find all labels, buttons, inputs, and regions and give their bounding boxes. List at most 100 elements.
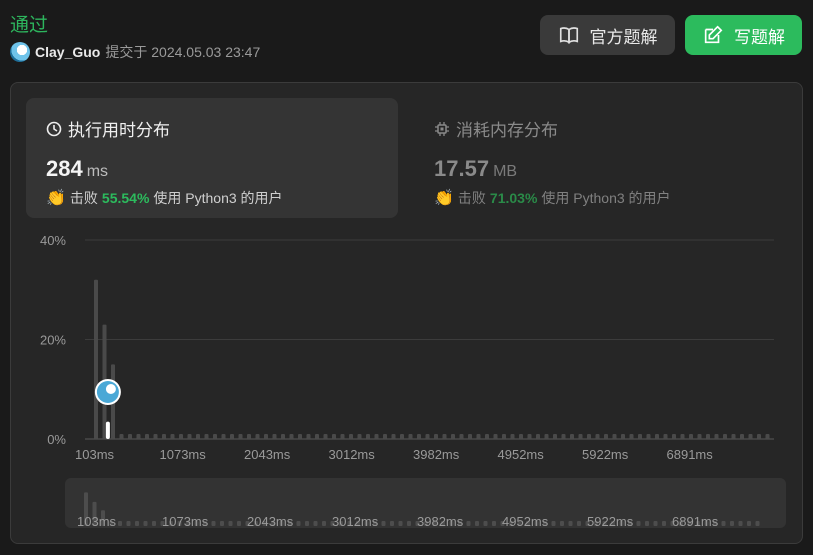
chart-bar — [765, 434, 770, 439]
y-tick-label: 40% — [40, 233, 66, 248]
chart-bar — [374, 434, 379, 439]
x-tick-label: 3982ms — [413, 447, 460, 462]
mini-bar — [653, 521, 658, 526]
mini-bar — [398, 521, 403, 526]
chart-bar — [527, 434, 532, 439]
chart-bar — [162, 434, 166, 439]
status-text: 通过 — [10, 15, 49, 36]
chart-bar — [502, 434, 506, 439]
chart-bar — [400, 434, 404, 439]
chart-bar — [476, 434, 481, 439]
chart-bar — [391, 434, 396, 439]
chart-bar — [128, 434, 132, 439]
mini-bar — [152, 521, 156, 526]
mini-bar — [381, 521, 386, 526]
chart-bar — [544, 434, 549, 439]
x-tick-label: 2043ms — [244, 447, 291, 462]
chart-bar — [196, 434, 200, 439]
chart-bar — [731, 434, 736, 439]
mini-bar — [135, 521, 139, 526]
chart-bar — [757, 434, 761, 439]
chart-bar — [723, 434, 727, 439]
official-solution-label: 官方题解 — [589, 27, 658, 47]
mini-x-tick-label: 103ms — [77, 514, 117, 528]
mini-bar — [228, 521, 233, 526]
chart-bar — [340, 434, 345, 439]
chart-bar — [204, 434, 209, 439]
mini-bar — [237, 521, 241, 526]
mini-bar — [305, 521, 309, 526]
mini-bar — [118, 521, 122, 526]
mini-bar — [220, 521, 224, 526]
mini-bar — [721, 521, 726, 526]
chart-bar — [434, 434, 438, 439]
mini-x-tick-label: 4952ms — [502, 514, 549, 528]
chart-bar — [264, 434, 268, 439]
chart-bar — [646, 434, 651, 439]
mini-bar — [551, 521, 556, 526]
username-link[interactable]: Clay_Guo — [35, 44, 100, 60]
chart-bar — [468, 434, 472, 439]
chart-bar — [408, 434, 413, 439]
book-icon — [559, 27, 578, 44]
chart-bar — [519, 434, 523, 439]
y-tick-label: 0% — [47, 432, 66, 447]
mini-bar — [126, 521, 131, 526]
chart-bar — [655, 434, 659, 439]
range-selector[interactable]: 103ms 1073ms 2043ms 3012ms 3982ms 4952ms 5922m… — [65, 478, 786, 528]
runtime-distribution-chart[interactable]: 0% 20% 40% 103ms 1073ms 2043ms 3012ms 3982ms 495… — [11, 83, 802, 473]
chart-bar — [459, 434, 464, 439]
x-tick-label: 103ms — [75, 447, 115, 462]
chart-bar — [570, 434, 574, 439]
chart-bar — [553, 434, 557, 439]
chart-bar — [153, 434, 158, 439]
chart-bar — [740, 434, 744, 439]
chart-bar — [383, 434, 387, 439]
chart-bar — [680, 434, 685, 439]
user-result-bar — [105, 421, 110, 439]
mini-bar — [475, 521, 479, 526]
write-solution-button[interactable]: 写题解 — [685, 15, 802, 55]
y-tick-label: 20% — [40, 333, 66, 348]
chart-bar — [629, 434, 634, 439]
chart-bar — [714, 434, 719, 439]
mini-bar — [322, 521, 326, 526]
chart-bar — [697, 434, 702, 439]
mini-bar — [407, 521, 411, 526]
chart-bar — [349, 434, 353, 439]
x-tick-label: 5922ms — [582, 447, 629, 462]
chart-bar — [247, 434, 251, 439]
mini-bar — [730, 521, 734, 526]
mini-bar — [390, 521, 394, 526]
chart-bar — [94, 279, 98, 439]
chart-bar — [706, 434, 710, 439]
mini-bar — [466, 521, 471, 526]
chart-bar — [272, 434, 277, 439]
mini-bar — [738, 521, 743, 526]
chart-bar — [289, 434, 294, 439]
avatar[interactable] — [10, 42, 30, 62]
chart-bar — [689, 434, 693, 439]
chart-bar — [357, 434, 362, 439]
mini-bar — [662, 521, 666, 526]
chart-bar — [366, 434, 370, 439]
chart-bar — [255, 434, 260, 439]
mini-bar — [296, 521, 301, 526]
submit-time: 提交于 2024.05.03 23:47 — [105, 44, 261, 60]
x-tick-label: 6891ms — [667, 447, 714, 462]
chart-bar — [578, 434, 583, 439]
chart-bar — [638, 434, 642, 439]
chart-bar — [536, 434, 540, 439]
official-solution-button[interactable]: 官方题解 — [540, 15, 675, 55]
mini-bar — [143, 521, 148, 526]
mini-x-tick-label: 6891ms — [672, 514, 719, 528]
range-selector-chart: 103ms 1073ms 2043ms 3012ms 3982ms 4952ms 5922m… — [77, 492, 760, 528]
mini-bar — [755, 521, 760, 526]
chart-bar — [323, 434, 328, 439]
chart-bar — [425, 434, 430, 439]
chart-bar — [748, 434, 753, 439]
chart-bar — [213, 434, 217, 439]
chart-bar — [298, 434, 302, 439]
chart-bar — [612, 434, 617, 439]
chart-bar — [451, 434, 455, 439]
